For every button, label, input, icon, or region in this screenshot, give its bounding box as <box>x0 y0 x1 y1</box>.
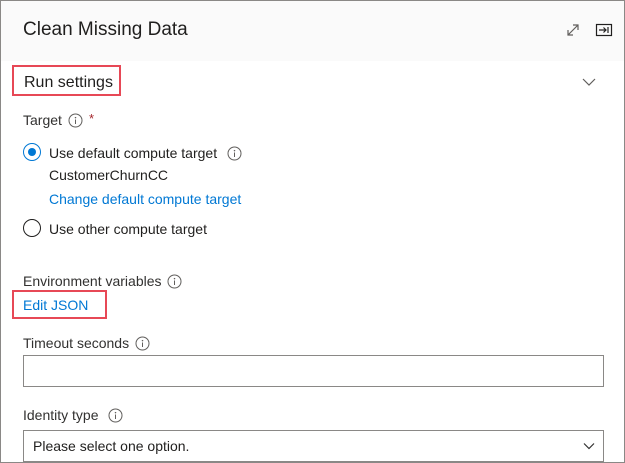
target-label: Target <box>23 112 62 128</box>
panel-header: Clean Missing Data <box>1 1 624 61</box>
identity-type-info-icon[interactable] <box>108 408 123 423</box>
chevron-down-icon <box>582 439 596 453</box>
collapse-panel-icon[interactable] <box>595 21 613 39</box>
run-settings-highlight: Run settings <box>12 65 121 96</box>
target-info-icon[interactable] <box>68 113 83 128</box>
change-default-compute-link[interactable]: Change default compute target <box>49 191 241 207</box>
radio-other-compute[interactable] <box>23 219 41 237</box>
edit-json-link[interactable]: Edit JSON <box>23 297 88 313</box>
default-compute-info-icon[interactable] <box>227 146 242 161</box>
run-settings-header[interactable]: Run settings <box>12 65 612 101</box>
timeout-info-icon[interactable] <box>135 336 150 351</box>
identity-type-label: Identity type <box>23 407 99 423</box>
clean-missing-data-panel: Clean Missing Data Run settings Target *… <box>0 0 625 463</box>
chevron-down-icon[interactable] <box>581 74 597 90</box>
identity-type-dropdown[interactable]: Please select one option. <box>23 430 604 462</box>
timeout-seconds-input[interactable] <box>23 355 604 387</box>
expand-diagonal-icon[interactable] <box>564 21 582 39</box>
default-compute-name: CustomerChurnCC <box>49 167 169 183</box>
radio-default-compute-label[interactable]: Use default compute target <box>49 145 217 161</box>
required-asterisk: * <box>89 111 95 126</box>
environment-variables-label: Environment variables <box>23 273 162 289</box>
radio-other-compute-label[interactable]: Use other compute target <box>49 221 207 237</box>
environment-variables-info-icon[interactable] <box>167 274 182 289</box>
identity-type-selected: Please select one option. <box>33 438 190 454</box>
run-settings-title: Run settings <box>24 74 113 91</box>
radio-default-compute[interactable] <box>23 143 41 161</box>
panel-title: Clean Missing Data <box>23 19 188 40</box>
timeout-seconds-label: Timeout seconds <box>23 335 130 351</box>
